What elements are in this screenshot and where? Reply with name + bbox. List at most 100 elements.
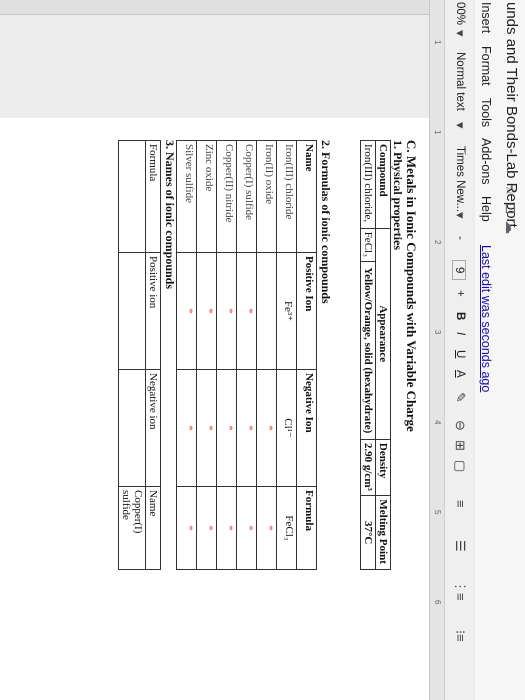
table-row[interactable]: Iron(II) oxide * * bbox=[256, 140, 277, 570]
table-cell[interactable]: * bbox=[236, 252, 257, 370]
table-cell[interactable]: Cl¹⁻ bbox=[276, 369, 297, 487]
table-cell[interactable]: * bbox=[196, 252, 217, 370]
table-cell[interactable]: Fe³⁺ bbox=[276, 252, 297, 370]
table-cell[interactable]: * bbox=[176, 369, 197, 487]
font-size-decrease[interactable]: - bbox=[454, 236, 466, 240]
chevron-down-icon[interactable]: ▾ bbox=[452, 122, 468, 129]
table-cell[interactable]: 37°C bbox=[360, 495, 376, 570]
ruler-tick: 6 bbox=[433, 600, 442, 605]
chevron-down-icon[interactable]: ▾ bbox=[452, 30, 468, 37]
zoom-select[interactable]: 00% bbox=[454, 2, 466, 25]
formulas-heading: 2. Formulas of ionic compounds bbox=[319, 140, 333, 304]
menu-tools[interactable]: Tools bbox=[479, 98, 493, 127]
table-cell[interactable]: * bbox=[216, 252, 237, 370]
table-cell[interactable]: * bbox=[196, 486, 217, 570]
chevron-down-icon[interactable]: ▾ bbox=[452, 212, 468, 219]
bold-button[interactable]: B bbox=[454, 312, 466, 320]
table-cell[interactable] bbox=[118, 369, 146, 487]
table-cell[interactable]: FeCl₃ bbox=[276, 486, 297, 570]
physical-properties-heading: 1. Physical properties bbox=[391, 140, 405, 251]
ruler-tick: 2 bbox=[433, 240, 442, 245]
table-row[interactable]: Copper(I) sulfide bbox=[118, 140, 146, 570]
table-cell[interactable]: 2.90 g/cm³ bbox=[360, 439, 376, 496]
font-size-increase[interactable]: + bbox=[454, 290, 466, 297]
star-icon[interactable]: ☆ bbox=[503, 184, 519, 203]
table-header: Name bbox=[296, 140, 317, 253]
title-bar: unds and Their Bonds-Lab Report ☆⊡☁ bbox=[495, 0, 525, 700]
comment-icon[interactable]: ⊞ bbox=[452, 440, 468, 451]
table-cell[interactable]: Copper(II) nitride bbox=[216, 140, 237, 253]
text-color-button[interactable]: A bbox=[454, 370, 466, 378]
names-table[interactable]: Formula Positive ion Negative ion Name C… bbox=[118, 140, 161, 570]
table-cell[interactable]: Iron(III) chloride, bbox=[360, 140, 376, 229]
toolbar: 00% ▾ Normal text ▾ Times New... ▾ - 9 +… bbox=[444, 0, 473, 700]
table-header: Formula bbox=[296, 486, 317, 570]
menu-bar: Insert Format Tools Add-ons Help Last ed… bbox=[475, 0, 495, 700]
table-row[interactable]: Copper(II) nitride * * * bbox=[216, 140, 237, 570]
table-cell[interactable]: * bbox=[176, 486, 197, 570]
table-cell[interactable]: * bbox=[216, 486, 237, 570]
table-header: Density bbox=[375, 439, 391, 496]
vertical-ruler[interactable] bbox=[0, 0, 429, 15]
table-cell[interactable]: * bbox=[256, 486, 277, 570]
table-cell[interactable] bbox=[256, 252, 277, 370]
table-cell[interactable]: Iron(III) chloride bbox=[276, 140, 297, 253]
table-cell[interactable]: Yellow/Orange, solid (hexahydrate) bbox=[360, 261, 376, 440]
table-row[interactable]: Zinc oxide * * * bbox=[196, 140, 217, 570]
table-cell[interactable]: Silver sulfide bbox=[176, 140, 197, 253]
table-header: Compound bbox=[375, 140, 391, 229]
section-heading: C. Metals in Ionic Compounds with Variab… bbox=[404, 140, 419, 432]
document-page[interactable]: C. Metals in Ionic Compounds with Variab… bbox=[0, 118, 429, 700]
table-header: Negative Ion bbox=[296, 369, 317, 487]
numbered-list-icon[interactable]: ⋮≡ bbox=[452, 580, 468, 601]
table-row[interactable]: Silver sulfide * * * bbox=[176, 140, 197, 570]
style-select[interactable]: Normal text bbox=[454, 52, 466, 111]
table-header: Name bbox=[145, 486, 161, 570]
horizontal-ruler[interactable]: 1 1 2 3 4 5 6 bbox=[429, 0, 444, 700]
underline-button[interactable]: U bbox=[454, 350, 466, 358]
line-spacing-icon[interactable]: ☰ bbox=[452, 540, 468, 552]
menu-help[interactable]: Help bbox=[479, 196, 493, 222]
table-header: Appearance bbox=[375, 228, 391, 440]
table-cell[interactable] bbox=[118, 140, 146, 253]
table-cell[interactable]: Copper(I) sulfide bbox=[236, 140, 257, 253]
move-to-folder-icon[interactable]: ⊡ bbox=[503, 203, 519, 221]
table-header: Negative ion bbox=[145, 369, 161, 487]
last-edit-link[interactable]: Last edit was seconds ago bbox=[479, 245, 493, 392]
table-cell[interactable] bbox=[118, 252, 146, 370]
table-row[interactable]: Iron(III) chloride Fe³⁺ Cl¹⁻ FeCl₃ bbox=[276, 140, 297, 570]
table-header: Positive ion bbox=[145, 252, 161, 370]
link-icon[interactable]: ⊖ bbox=[452, 420, 468, 431]
table-cell[interactable]: Iron(II) oxide bbox=[256, 140, 277, 253]
menu-addons[interactable]: Add-ons bbox=[479, 138, 493, 185]
ruler-tick: 1 bbox=[433, 130, 442, 135]
table-cell[interactable]: * bbox=[176, 252, 197, 370]
table-cell[interactable]: Copper(I) sulfide bbox=[118, 486, 146, 570]
highlight-icon[interactable]: ✎ bbox=[452, 392, 468, 403]
table-cell[interactable]: * bbox=[236, 486, 257, 570]
table-cell[interactable]: * bbox=[236, 369, 257, 487]
table-header: Melting Point bbox=[375, 495, 391, 570]
screenshot-stage: unds and Their Bonds-Lab Report ☆⊡☁ Inse… bbox=[0, 0, 525, 700]
ruler-tick: 1 bbox=[433, 40, 442, 45]
names-heading: 3. Names of ionic compounds bbox=[163, 140, 177, 290]
font-select[interactable]: Times New... bbox=[454, 146, 466, 212]
table-row[interactable]: Copper(I) sulfide * * * bbox=[236, 140, 257, 570]
table-cell[interactable]: Zinc oxide bbox=[196, 140, 217, 253]
physical-properties-table[interactable]: Compound Appearance Density Melting Poin… bbox=[360, 140, 391, 570]
table-cell[interactable]: FeCl₃ bbox=[360, 228, 376, 262]
font-size-input[interactable]: 9 bbox=[452, 260, 466, 281]
table-cell[interactable]: * bbox=[216, 369, 237, 487]
image-icon[interactable]: ▢ bbox=[452, 460, 468, 472]
menu-format[interactable]: Format bbox=[479, 46, 493, 86]
cloud-status-icon[interactable]: ☁ bbox=[503, 220, 519, 240]
table-cell[interactable]: * bbox=[196, 369, 217, 487]
bulleted-list-icon[interactable]: ⁝≡ bbox=[452, 630, 468, 642]
menu-insert[interactable]: Insert bbox=[479, 2, 493, 33]
ruler-tick: 5 bbox=[433, 510, 442, 515]
italic-button[interactable]: I bbox=[454, 332, 466, 335]
table-cell[interactable]: * bbox=[256, 369, 277, 487]
formulas-table[interactable]: Name Positive Ion Negative Ion Formula I… bbox=[176, 140, 317, 570]
ruler-tick: 3 bbox=[433, 330, 442, 335]
align-icon[interactable]: ≡ bbox=[453, 500, 468, 508]
